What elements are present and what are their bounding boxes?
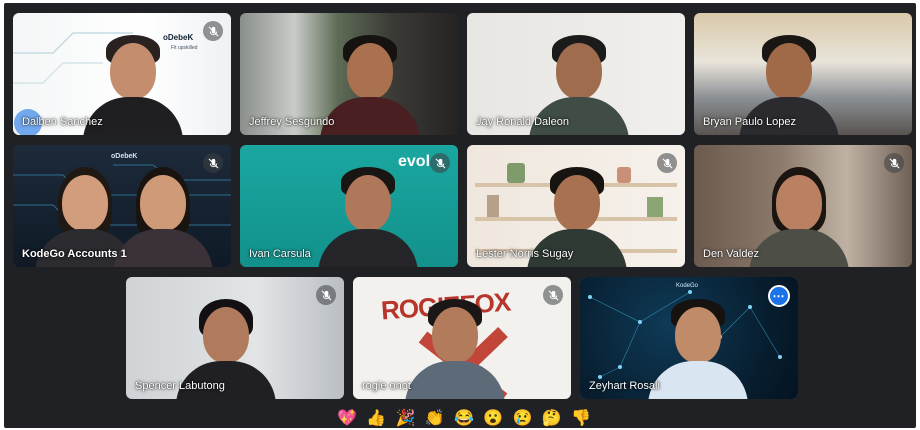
participant-name: Zeyhart Rosali xyxy=(589,380,660,392)
participant-video xyxy=(744,163,854,267)
participant-tile[interactable]: Lester Norris Sugay xyxy=(467,145,685,267)
background-logo: oDebeK xyxy=(111,153,138,160)
participant-name: rogie onot xyxy=(362,380,411,392)
participant-name: Dalben Sanchez xyxy=(22,116,103,128)
participant-video xyxy=(400,295,510,399)
party-popper-icon[interactable]: 🎉 xyxy=(395,409,417,429)
tears-of-joy-icon[interactable]: 😂 xyxy=(453,409,475,429)
reaction-bar: 💖 👍 🎉 👏 😂 😮 😢 🤔 👎 xyxy=(336,408,592,430)
background-logo: KodeGo xyxy=(676,283,699,289)
participant-name: KodeGo Accounts 1 xyxy=(22,248,127,260)
thumbs-down-icon[interactable]: 👎 xyxy=(570,409,592,429)
participant-tile[interactable]: Den Valdez xyxy=(694,145,912,267)
participant-tile[interactable]: Spencer Labutong xyxy=(126,277,344,399)
crying-face-icon[interactable]: 😢 xyxy=(512,409,534,429)
thinking-face-icon[interactable]: 🤔 xyxy=(541,409,563,429)
participant-video xyxy=(313,163,423,267)
thumbs-up-icon[interactable]: 👍 xyxy=(365,409,387,429)
participant-tile[interactable]: Jay Ronald Daleon xyxy=(467,13,685,135)
mic-off-icon xyxy=(316,285,336,305)
mic-off-icon xyxy=(884,153,904,173)
participant-tile[interactable]: Jeffrey Sesgundo xyxy=(240,13,458,135)
participant-tile[interactable]: Bryan Paulo Lopez xyxy=(694,13,912,135)
participant-tile[interactable]: oDebeK KodeGo Accounts 1 xyxy=(13,145,231,267)
participant-tile[interactable]: evol Ivan Carsula xyxy=(240,145,458,267)
participant-name: Ivan Carsula xyxy=(249,248,311,260)
mic-off-icon xyxy=(657,153,677,173)
meeting-stage: oDebeK Fit upskilled Dalben Sanchez Jeff… xyxy=(4,3,916,428)
mic-off-icon xyxy=(543,285,563,305)
mic-off-icon xyxy=(203,21,223,41)
more-options-button[interactable]: ⋯ xyxy=(768,285,790,307)
surprised-face-icon[interactable]: 😮 xyxy=(482,409,504,429)
participant-name: Bryan Paulo Lopez xyxy=(703,116,796,128)
sparkling-heart-icon[interactable]: 💖 xyxy=(336,409,358,429)
participant-name: Spencer Labutong xyxy=(135,380,225,392)
participant-name: Jay Ronald Daleon xyxy=(476,116,569,128)
participant-tile-active[interactable]: KodeGo ⋯ Zeyhart Rosali xyxy=(580,277,798,399)
participant-name: Jeffrey Sesgundo xyxy=(249,116,335,128)
mic-off-icon xyxy=(203,153,223,173)
participant-name: Lester Norris Sugay xyxy=(476,248,574,260)
participant-name: Den Valdez xyxy=(703,248,760,260)
participant-tile[interactable]: ROGIEFOX rogie onot xyxy=(353,277,571,399)
mic-off-icon xyxy=(430,153,450,173)
participant-tile[interactable]: oDebeK Fit upskilled Dalben Sanchez xyxy=(13,13,231,135)
clapping-hands-icon[interactable]: 👏 xyxy=(424,409,446,429)
